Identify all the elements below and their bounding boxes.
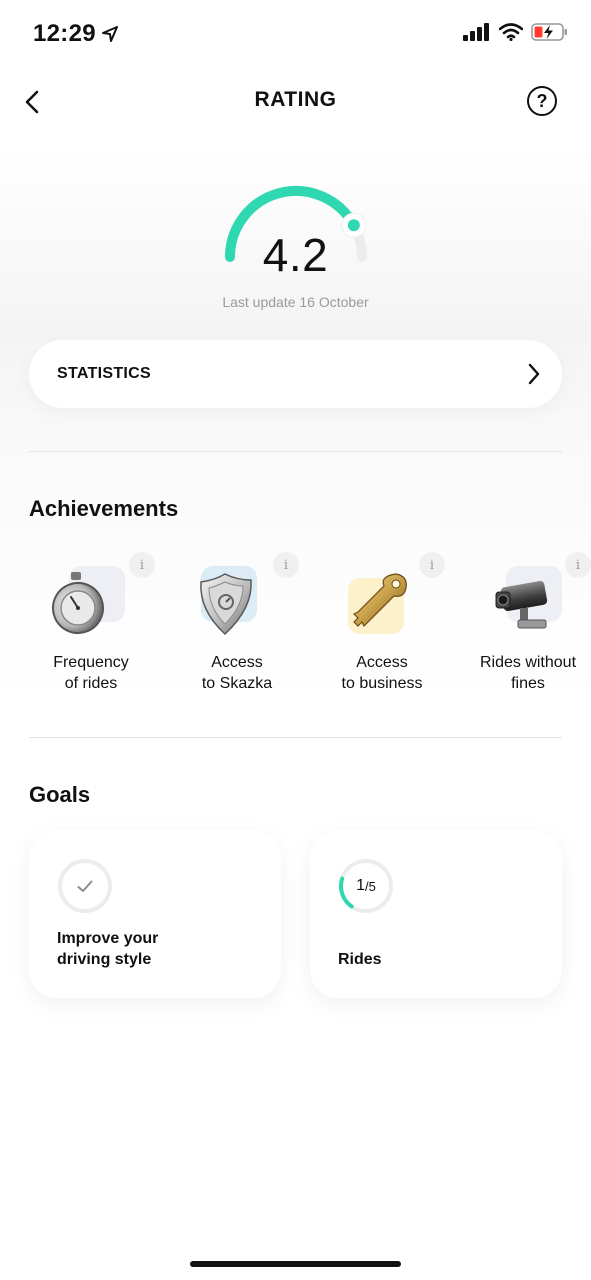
info-button[interactable]: i xyxy=(419,552,445,578)
nav-bar: RATING ? xyxy=(0,78,591,124)
achievement-label: Access to Skazka xyxy=(167,652,307,694)
divider xyxy=(29,451,562,452)
location-arrow-icon xyxy=(101,26,118,42)
divider xyxy=(29,737,562,738)
check-icon xyxy=(57,858,113,914)
achievement-label-line2: to business xyxy=(341,675,423,692)
progress-total: 5 xyxy=(368,878,376,894)
achievement-rides-without-fines[interactable]: i Rides without fines xyxy=(458,552,591,702)
goal-label-line2: driving style xyxy=(57,951,152,968)
status-icons xyxy=(463,22,569,42)
battery-charging-icon xyxy=(531,23,567,41)
goals-title: Goals xyxy=(29,782,91,807)
achievement-label: Frequency of rides xyxy=(21,652,161,694)
achievement-label: Access to business xyxy=(312,652,452,694)
achievement-label-line2: of rides xyxy=(64,675,118,692)
goal-rides[interactable]: 1/5 Rides xyxy=(310,830,562,998)
last-update-text: Last update 16 October xyxy=(222,294,369,310)
achievement-access-to-business[interactable]: i Access to business xyxy=(312,552,452,702)
shield-icon xyxy=(200,573,252,636)
goal-improve-driving-style[interactable]: Improve your driving style xyxy=(29,830,281,998)
info-icon: i xyxy=(575,557,581,573)
info-button[interactable]: i xyxy=(273,552,299,578)
goal-label-line1: Improve your xyxy=(57,930,159,947)
home-indicator[interactable] xyxy=(190,1261,401,1267)
achievement-label-line2: to Skazka xyxy=(201,675,273,692)
signal-icon xyxy=(463,23,489,41)
goal-label: Improve your driving style xyxy=(57,928,158,970)
info-button[interactable]: i xyxy=(129,552,155,578)
info-button[interactable]: i xyxy=(565,552,591,578)
statistics-label: STATISTICS xyxy=(57,365,151,382)
wifi-icon xyxy=(499,23,523,41)
achievement-label-line1: Frequency xyxy=(53,654,129,671)
clock-text: 12:29 xyxy=(33,20,96,47)
achievement-label: Rides without fines xyxy=(458,652,591,694)
goal-label: Rides xyxy=(338,951,382,968)
progress-text: 1/5 xyxy=(356,877,376,894)
statistics-button[interactable]: STATISTICS xyxy=(29,340,562,408)
status-time: 12:29 xyxy=(33,20,118,48)
page-title: RATING xyxy=(254,88,337,111)
achievement-label-line1: Access xyxy=(356,654,408,671)
achievement-label-line1: Rides without xyxy=(479,654,577,671)
info-icon: i xyxy=(429,557,435,573)
achievement-label-line2: fines xyxy=(511,675,545,692)
info-icon: i xyxy=(139,557,145,573)
help-button[interactable]: ? xyxy=(527,86,557,116)
stopwatch-icon xyxy=(52,572,104,634)
camera-icon xyxy=(495,580,548,629)
achievements-title: Achievements xyxy=(29,496,179,521)
key-icon xyxy=(352,573,407,628)
rating-value: 4.2 xyxy=(262,229,329,281)
progress-done: 1 xyxy=(356,877,366,894)
status-bar: 12:29 xyxy=(0,0,591,70)
question-mark-icon: ? xyxy=(536,90,548,111)
achievement-frequency-of-rides[interactable]: i Frequency of rides xyxy=(21,552,161,702)
achievement-label-line1: Access xyxy=(211,654,263,671)
achievement-access-to-skazka[interactable]: i Access to Skazka xyxy=(167,552,307,702)
info-icon: i xyxy=(283,557,289,573)
chevron-right-icon xyxy=(528,363,540,385)
